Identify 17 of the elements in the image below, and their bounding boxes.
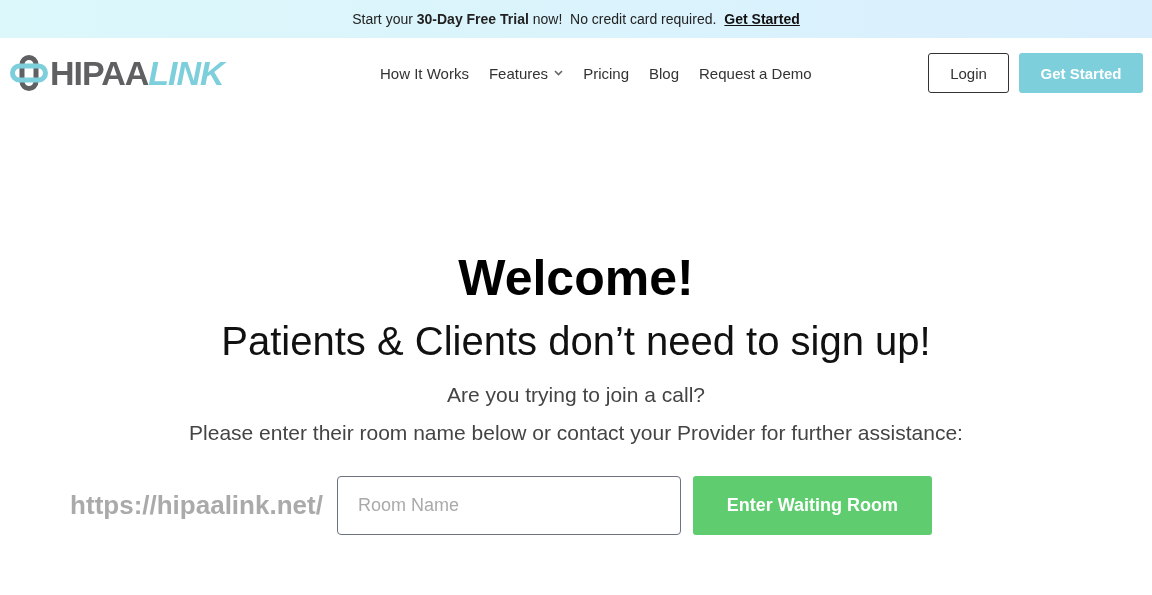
room-name-field[interactable]: Room Name: [336, 476, 681, 535]
nav-link[interactable]: Blog: [649, 64, 679, 82]
instruction-text: Please enter their room name below or contact your Provider for further assistance:: [189, 420, 963, 446]
nav-link[interactable]: Pricing: [583, 64, 629, 82]
question-text: Are you trying to join a call?: [447, 382, 705, 408]
chevron-down-icon: [554, 70, 564, 76]
chain-link-icon: [10, 55, 48, 91]
logo-text: HIPAALINK: [50, 53, 224, 93]
welcome-heading: Welcome!: [458, 249, 694, 308]
nav-link[interactable]: Features: [488, 64, 564, 82]
subtitle: Patients & Clients don’t need to sign up!: [221, 318, 931, 365]
get-started-link[interactable]: Get Started: [724, 11, 800, 27]
nav-link[interactable]: Request a Demo: [699, 64, 812, 82]
nav-link[interactable]: How It Works: [380, 64, 469, 82]
url-prefix: https://hipaalink.net/: [70, 490, 323, 521]
login-button[interactable]: Login: [928, 53, 1009, 93]
promo-text: Start your 30-Day Free Trial now! No credit card required.: [352, 11, 717, 27]
